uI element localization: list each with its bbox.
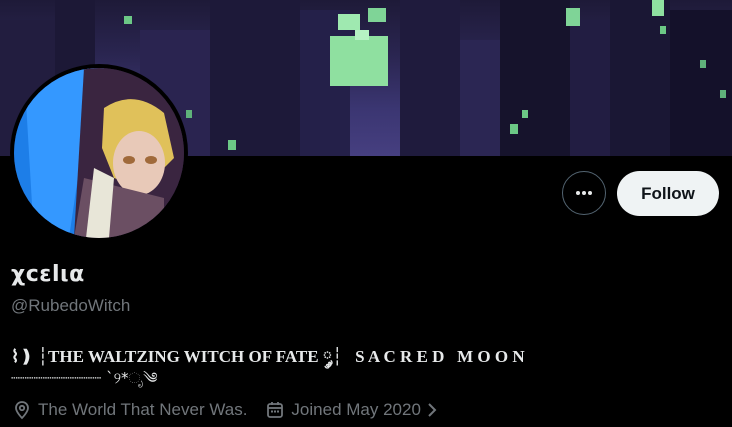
more-horizontal-icon	[576, 191, 592, 195]
avatar-frame[interactable]	[10, 64, 188, 242]
location-item: The World That Never Was.	[12, 400, 247, 420]
location-text: The World That Never Was.	[38, 400, 248, 419]
avatar[interactable]	[14, 68, 184, 238]
calendar-icon	[267, 402, 284, 418]
more-options-button[interactable]	[562, 171, 606, 215]
follow-button[interactable]: Follow	[617, 171, 719, 216]
avatar-image	[14, 68, 184, 238]
display-name: χcεlια	[11, 262, 85, 287]
profile-meta: The World That Never Was. Joined May 202…	[12, 398, 463, 422]
location-pin-icon	[15, 401, 29, 420]
user-handle: @RubedoWitch	[11, 296, 131, 315]
joined-text: Joined May 2020	[291, 400, 421, 419]
chevron-right-icon[interactable]	[425, 401, 439, 419]
joined-item[interactable]: Joined May 2020	[265, 400, 444, 420]
